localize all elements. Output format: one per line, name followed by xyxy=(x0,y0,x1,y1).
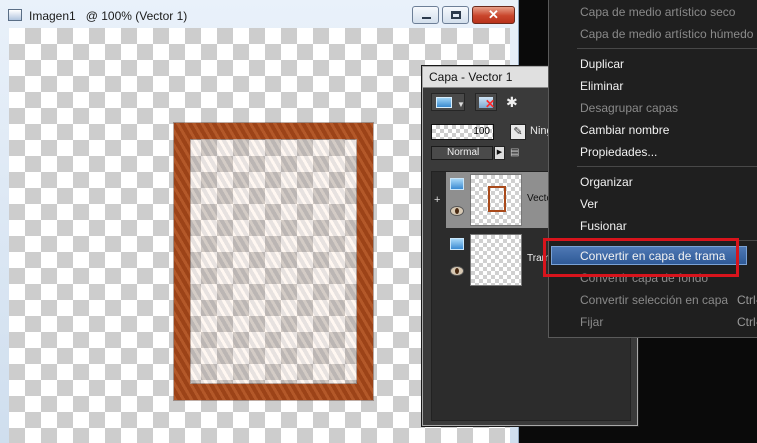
menu-item-view[interactable]: Ver xyxy=(580,197,598,211)
minimize-icon xyxy=(422,17,431,19)
menu-separator xyxy=(577,48,757,49)
new-layer-button[interactable]: ▼ xyxy=(431,93,465,111)
menu-item-pin[interactable]: Fijar xyxy=(580,315,603,329)
annotation-highlight-box xyxy=(543,238,739,277)
blend-mode-select[interactable]: Normal xyxy=(431,146,493,160)
menu-separator xyxy=(577,166,757,167)
expand-icon[interactable]: + xyxy=(434,194,440,206)
new-layer-icon xyxy=(436,97,452,108)
menu-item-selection-to-layer[interactable]: Convertir selección en capa xyxy=(580,293,728,307)
layers-context-menu: Capa de medio artístico seco Capa de med… xyxy=(548,0,757,338)
brush-icon[interactable]: ✎ xyxy=(510,124,526,140)
raster-layer-icon xyxy=(450,238,464,250)
menu-item-delete[interactable]: Eliminar xyxy=(580,79,623,93)
maximize-button[interactable] xyxy=(442,6,469,24)
menu-shortcut: Ctrl- xyxy=(737,315,757,329)
opacity-slider[interactable]: 100 xyxy=(431,124,494,140)
menu-item-ungroup-layers[interactable]: Desagrupar capas xyxy=(580,101,678,115)
menu-item-rename[interactable]: Cambiar nombre xyxy=(580,123,669,137)
minimize-button[interactable] xyxy=(412,6,439,24)
delete-layer-button[interactable]: ✕ xyxy=(475,93,497,111)
menu-item-merge[interactable]: Fusionar xyxy=(580,219,627,233)
layer-thumbnail xyxy=(470,174,522,226)
thumbnail-frame xyxy=(488,186,506,212)
lock-icon[interactable]: ▤ xyxy=(510,146,526,160)
menu-item-duplicate[interactable]: Duplicar xyxy=(580,57,624,71)
menu-shortcut: Ctrl- xyxy=(737,293,757,307)
image-window-titlebar[interactable]: Imagen1 @ 100% (Vector 1) ✕ xyxy=(0,0,519,28)
image-window-title: Imagen1 @ 100% (Vector 1) xyxy=(29,9,187,23)
maximize-icon xyxy=(451,11,461,19)
chevron-right-icon[interactable]: ▶ xyxy=(494,146,505,160)
close-icon: ✕ xyxy=(488,7,499,22)
visibility-eye-icon[interactable] xyxy=(450,206,464,216)
menu-item-dry-media-layer[interactable]: Capa de medio artístico seco xyxy=(580,5,735,19)
menu-item-arrange[interactable]: Organizar xyxy=(580,175,633,189)
visibility-eye-icon[interactable] xyxy=(450,266,464,276)
vector-layer-icon xyxy=(450,178,464,190)
zoom-info: @ 100% (Vector 1) xyxy=(85,9,188,23)
close-button[interactable]: ✕ xyxy=(472,6,515,24)
doc-name: Imagen1 xyxy=(29,9,76,23)
layer-thumbnail xyxy=(470,234,522,286)
mask-layer-button[interactable]: ✱ xyxy=(503,93,525,111)
mask-icon: ✱ xyxy=(506,94,518,110)
document-icon xyxy=(8,9,22,21)
wood-frame-shape[interactable] xyxy=(174,123,373,400)
menu-item-properties[interactable]: Propiedades... xyxy=(580,145,657,159)
chevron-down-icon: ▼ xyxy=(457,100,465,109)
menu-item-wet-media-layer[interactable]: Capa de medio artístico húmedo xyxy=(580,27,753,41)
delete-x-icon: ✕ xyxy=(485,97,496,111)
layer-palette-title: Capa - Vector 1 xyxy=(429,70,513,84)
